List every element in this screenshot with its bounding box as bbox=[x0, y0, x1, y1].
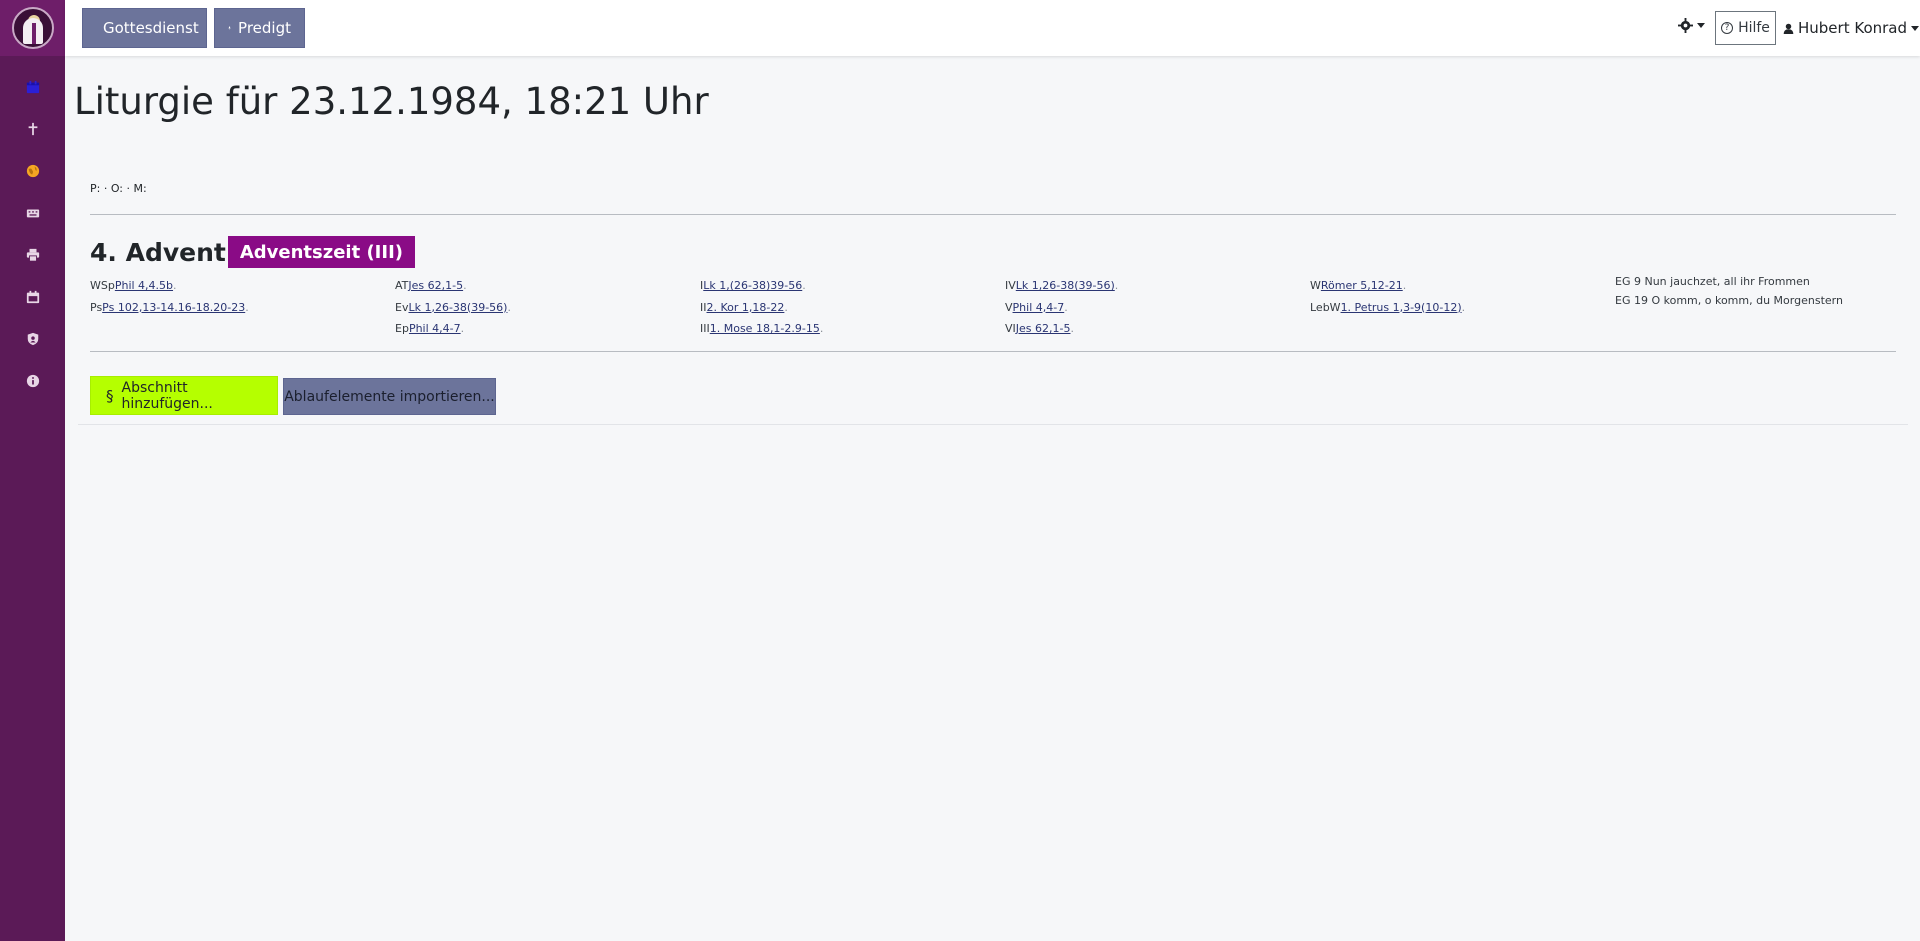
globe-icon[interactable] bbox=[0, 150, 65, 192]
reading-link[interactable]: Phil 4,4.5b bbox=[115, 279, 173, 292]
reading-row: LebW1. Petrus 1,3-9(10-12). bbox=[1310, 300, 1466, 314]
reading-link[interactable]: Phil 4,4-7 bbox=[1013, 301, 1065, 314]
divider bbox=[90, 351, 1896, 352]
gottesdienst-label: Gottesdienst bbox=[103, 19, 199, 37]
period-badge: Adventszeit (III) bbox=[227, 236, 416, 268]
reading-row: EvLk 1,26-38(39-56). bbox=[395, 300, 511, 314]
user-menu[interactable]: Hubert Konrad bbox=[1783, 19, 1920, 37]
reading-row: III1. Mose 18,1-2.9-15. bbox=[700, 322, 824, 335]
calendar-icon[interactable] bbox=[0, 66, 65, 108]
question-circle-icon: ? bbox=[1721, 22, 1734, 34]
microphone-icon bbox=[228, 26, 231, 30]
readings-col-4: IVLk 1,26-38(39-56). VPhil 4,4-7. VIJes … bbox=[1005, 275, 1118, 340]
song-item: EG 9 Nun jauchzet, all ihr Frommen bbox=[1615, 275, 1810, 288]
reading-link[interactable]: Jes 62,1-5 bbox=[1016, 322, 1071, 335]
reading-link[interactable]: Lk 1,26-38(39-56) bbox=[1016, 279, 1115, 292]
reading-link[interactable]: Lk 1,(26-38)39-56 bbox=[703, 279, 802, 292]
reading-link[interactable]: Lk 1,26-38(39-56) bbox=[408, 301, 507, 314]
team-line: P: · O: · M: bbox=[90, 182, 147, 195]
reading-row: WSpPhil 4,4.5b. bbox=[90, 279, 177, 292]
import-label: Ablaufelemente importieren... bbox=[284, 388, 495, 405]
help-button[interactable]: ? Hilfe bbox=[1715, 11, 1776, 45]
song-item: EG 19 O komm, o komm, du Morgenstern bbox=[1615, 294, 1843, 307]
page-title: Liturgie für 23.12.1984, 18:21 Uhr bbox=[74, 80, 709, 123]
side-nav bbox=[0, 56, 65, 402]
keyboard-icon[interactable] bbox=[0, 192, 65, 234]
reading-link[interactable]: 1. Petrus 1,3-9(10-12) bbox=[1341, 301, 1462, 314]
user-shield-icon[interactable] bbox=[0, 318, 65, 360]
reading-row: II2. Kor 1,18-22. bbox=[700, 300, 788, 314]
reading-row: EpPhil 4,4-7. bbox=[395, 322, 465, 335]
readings-col-1: WSpPhil 4,4.5b. PsPs 102,13-14.16-18.20-… bbox=[90, 275, 249, 318]
day-title: 4. Advent bbox=[90, 237, 226, 267]
reading-row: ATJes 62,1-5. bbox=[395, 279, 467, 292]
reading-row: VPhil 4,4-7. bbox=[1005, 300, 1068, 314]
app-logo bbox=[11, 7, 54, 49]
user-name: Hubert Konrad bbox=[1798, 19, 1908, 37]
reading-link[interactable]: Jes 62,1-5 bbox=[408, 279, 463, 292]
user-icon bbox=[1783, 23, 1794, 34]
info-icon[interactable] bbox=[0, 360, 65, 402]
chevron-down-icon bbox=[1697, 23, 1705, 28]
cross-icon[interactable] bbox=[0, 108, 65, 150]
gottesdienst-button[interactable]: Gottesdienst bbox=[82, 8, 207, 48]
reading-row: VIJes 62,1-5. bbox=[1005, 322, 1074, 335]
topbar: Gottesdienst Predigt ? Hilfe Hubert Konr… bbox=[65, 0, 1920, 56]
reading-link[interactable]: Römer 5,12-21 bbox=[1321, 279, 1403, 292]
reading-row: ILk 1,(26-38)39-56. bbox=[700, 279, 806, 292]
add-section-label: Abschnitt hinzufügen... bbox=[121, 379, 213, 412]
reading-row: IVLk 1,26-38(39-56). bbox=[1005, 279, 1119, 292]
reading-link[interactable]: Ps 102,13-14.16-18.20-23 bbox=[102, 301, 245, 314]
gear-icon bbox=[1678, 18, 1693, 33]
logo-link[interactable] bbox=[0, 0, 65, 56]
reading-row: PsPs 102,13-14.16-18.20-23. bbox=[90, 300, 249, 314]
predigt-label: Predigt bbox=[238, 19, 291, 37]
readings-col-5: WRömer 5,12-21. LebW1. Petrus 1,3-9(10-1… bbox=[1310, 275, 1465, 318]
readings-col-2: ATJes 62,1-5. EvLk 1,26-38(39-56). EpPhi… bbox=[395, 275, 511, 340]
calendar-alt-icon[interactable] bbox=[0, 276, 65, 318]
printer-icon[interactable] bbox=[0, 234, 65, 276]
chevron-down-icon bbox=[1911, 25, 1920, 31]
liturgical-day: 4. Advent Adventszeit (III) bbox=[90, 236, 416, 268]
settings-dropdown[interactable] bbox=[1678, 18, 1705, 33]
sidebar bbox=[0, 0, 65, 941]
import-elements-button[interactable]: Ablaufelemente importieren... bbox=[283, 378, 496, 415]
songs-list: EG 9 Nun jauchzet, all ihr Frommen EG 19… bbox=[1615, 272, 1843, 310]
predigt-button[interactable]: Predigt bbox=[214, 8, 305, 48]
reading-link[interactable]: Phil 4,4-7 bbox=[409, 322, 461, 335]
add-section-button[interactable]: § Abschnitt hinzufügen... bbox=[90, 376, 278, 415]
help-label: Hilfe bbox=[1738, 20, 1770, 36]
divider bbox=[90, 214, 1896, 215]
reading-link[interactable]: 2. Kor 1,18-22 bbox=[707, 301, 785, 314]
readings-col-3: ILk 1,(26-38)39-56. II2. Kor 1,18-22. II… bbox=[700, 275, 823, 340]
reading-link[interactable]: 1. Mose 18,1-2.9-15 bbox=[710, 322, 820, 335]
paragraph-icon: § bbox=[106, 386, 114, 405]
reading-row: WRömer 5,12-21. bbox=[1310, 279, 1407, 292]
divider bbox=[78, 424, 1908, 425]
